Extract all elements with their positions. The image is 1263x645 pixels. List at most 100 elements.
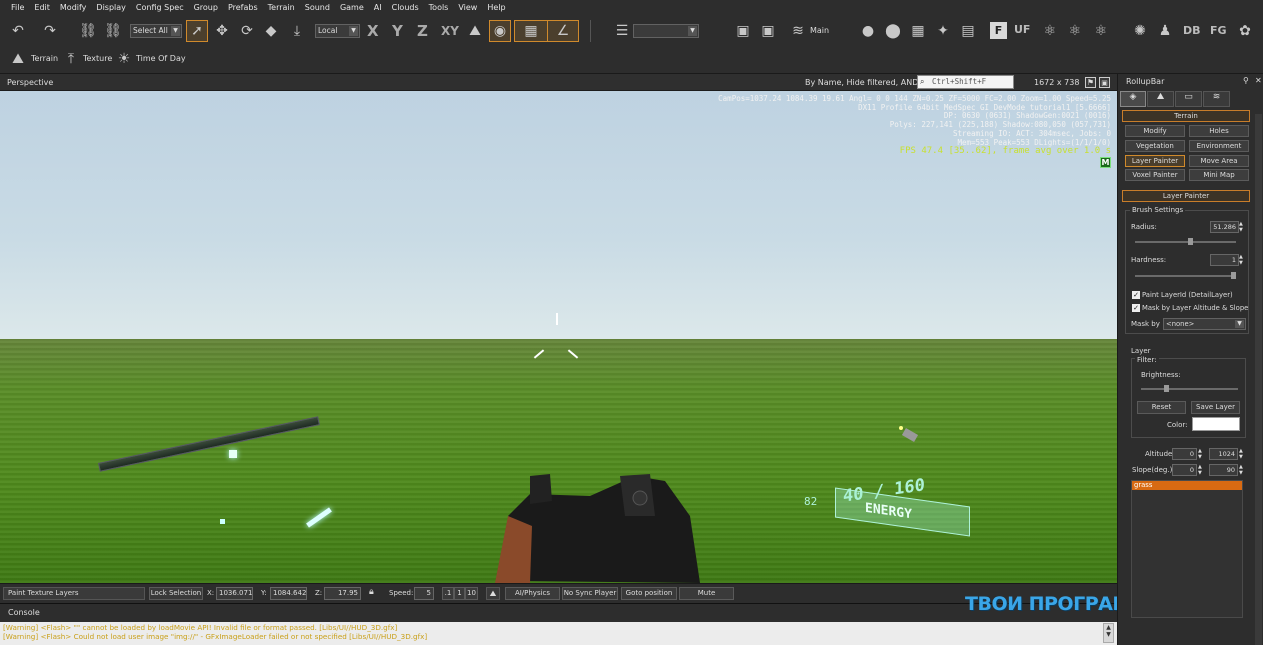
menu-tools[interactable]: Tools	[424, 0, 454, 16]
ai-physics-button[interactable]: AI/Physics	[505, 587, 560, 600]
layer-color-swatch[interactable]	[1192, 417, 1240, 431]
display-tab-icon[interactable]: ▭	[1175, 91, 1202, 107]
hardness-slider[interactable]	[1135, 272, 1236, 279]
environment-button[interactable]: Environment	[1189, 140, 1249, 152]
menu-help[interactable]: Help	[482, 0, 510, 16]
terrain-icon[interactable]: ⛰	[8, 49, 28, 69]
radius-slider-knob[interactable]	[1188, 238, 1193, 245]
move-icon[interactable]: ✥	[212, 21, 232, 41]
menu-game[interactable]: Game	[335, 0, 369, 16]
flowgraph-fg-button[interactable]: FG	[1210, 24, 1227, 37]
search-input[interactable]: Ctrl+Shift+F	[917, 75, 1014, 89]
menu-display[interactable]: Display	[91, 0, 131, 16]
voxel-painter-button[interactable]: Voxel Painter	[1125, 169, 1185, 181]
layer-list[interactable]: grass	[1131, 480, 1243, 618]
layer-remove-icon[interactable]: ▣	[758, 21, 778, 41]
terrain-button[interactable]: Terrain	[31, 54, 58, 63]
ui-editor-button[interactable]: UF	[1014, 23, 1030, 36]
layers-tab-icon[interactable]: ≋	[1203, 91, 1230, 107]
hardness-slider-knob[interactable]	[1231, 272, 1236, 279]
speed-input[interactable]: 5	[414, 587, 434, 600]
perspective-viewport[interactable]: CamPos=1037.24 1084.39 19.61 Angl= 0 0 1…	[0, 91, 1117, 583]
altitude-max-input[interactable]: 1024	[1209, 448, 1238, 460]
undo-icon[interactable]: ↶	[8, 21, 28, 41]
mini-map-button[interactable]: Mini Map	[1189, 169, 1249, 181]
layers-icon[interactable]: ≋	[788, 21, 808, 41]
altitude-max-spinner[interactable]: ▲ ▼	[1239, 448, 1243, 460]
modify-button[interactable]: Modify	[1125, 125, 1185, 137]
database-button[interactable]: DB	[1183, 24, 1201, 37]
layer-list-item-grass[interactable]: grass	[1132, 481, 1242, 490]
no-sync-player-button[interactable]: No Sync Player	[562, 587, 618, 600]
axis-x-button[interactable]: X	[367, 22, 379, 40]
paint-layerid-checkbox[interactable]: ✓	[1132, 291, 1140, 299]
reset-button[interactable]: Reset	[1137, 401, 1186, 414]
terrain-follow-icon[interactable]: ⛰	[486, 587, 500, 600]
terrain-tab-icon[interactable]: ⛰	[1147, 91, 1174, 107]
layer-painter-button[interactable]: Layer Painter	[1125, 155, 1185, 167]
select-all-dropdown[interactable]: Select All ▼	[130, 24, 182, 38]
axis-xy-button[interactable]: XY	[441, 24, 459, 38]
brightness-slider[interactable]	[1141, 385, 1238, 392]
move-area-button[interactable]: Move Area	[1189, 155, 1249, 167]
slope-min-input[interactable]: 0	[1172, 464, 1197, 476]
viewport-title[interactable]: Perspective	[7, 78, 53, 87]
slope-min-spinner[interactable]: ▲ ▼	[1198, 464, 1202, 476]
z-coordinate-input[interactable]: 17.95	[324, 587, 361, 600]
mute-button[interactable]: Mute	[679, 587, 734, 600]
lock-selection-button[interactable]: Lock Selection	[149, 587, 203, 600]
hardness-input[interactable]: 1	[1210, 254, 1239, 266]
maximize-icon[interactable]: ▣	[1099, 77, 1110, 88]
menu-modify[interactable]: Modify	[55, 0, 92, 16]
brightness-slider-knob[interactable]	[1164, 385, 1169, 392]
altitude-min-input[interactable]: 0	[1172, 448, 1197, 460]
unlink-icon[interactable]: ⛓	[103, 21, 123, 41]
current-layer-label[interactable]: Main	[810, 26, 829, 35]
link-icon[interactable]: ⛓	[78, 21, 98, 41]
speed-0-1-button[interactable]: .1	[442, 587, 454, 600]
lock-icon[interactable]: 🔒︎	[369, 587, 374, 597]
redo-icon[interactable]: ↷	[40, 21, 60, 41]
radius-spinner[interactable]: ▲ ▼	[1239, 221, 1243, 233]
console-scrollbar[interactable]: ▲ ▼	[1103, 623, 1114, 643]
coord-system-dropdown[interactable]: Local ▼	[315, 24, 360, 38]
character-icon[interactable]: ♟	[1155, 21, 1175, 41]
speed-1-button[interactable]: 1	[454, 587, 465, 600]
axis-y-button[interactable]: Y	[392, 22, 403, 40]
x-coordinate-input[interactable]: 1036.071	[216, 587, 253, 600]
sun-icon[interactable]: ✺	[1130, 21, 1150, 41]
radius-slider[interactable]	[1135, 238, 1236, 245]
menu-group[interactable]: Group	[189, 0, 223, 16]
grid-snap-icon[interactable]: ▦	[514, 20, 548, 42]
smart-objects-icon[interactable]: ✿	[1235, 21, 1255, 41]
named-selection-dropdown[interactable]: ▼	[633, 24, 699, 38]
prefab-atom-icon[interactable]: ⚛	[1091, 21, 1111, 41]
speed-10-button[interactable]: 10	[465, 587, 478, 600]
layer-painter-header[interactable]: Layer Painter	[1122, 190, 1250, 202]
radius-input[interactable]: 51.286	[1210, 221, 1239, 233]
drop-to-ground-icon[interactable]: ⤓	[287, 21, 307, 41]
rotate-icon[interactable]: ⟳	[237, 21, 257, 41]
entity-atom-icon[interactable]: ⚛	[1040, 21, 1060, 41]
pin-icon[interactable]: ⚲	[1243, 76, 1249, 85]
selection-list-icon[interactable]: ☰	[612, 21, 632, 41]
time-of-day-button[interactable]: Time Of Day	[136, 54, 186, 63]
menu-prefabs[interactable]: Prefabs	[223, 0, 263, 16]
menu-config-spec[interactable]: Config Spec	[131, 0, 189, 16]
character-editor-icon[interactable]: ⬤	[883, 21, 903, 41]
sun-icon[interactable]: ☀	[114, 49, 134, 69]
archetype-atom-icon[interactable]: ⚛	[1065, 21, 1085, 41]
menu-view[interactable]: View	[453, 0, 482, 16]
close-icon[interactable]: ✕	[1255, 76, 1262, 85]
altitude-min-spinner[interactable]: ▲ ▼	[1198, 448, 1202, 460]
terrain-section-header[interactable]: Terrain	[1122, 110, 1250, 122]
menu-terrain[interactable]: Terrain	[263, 0, 300, 16]
database-view-icon[interactable]: ▦	[908, 21, 928, 41]
menu-file[interactable]: File	[6, 0, 29, 16]
menu-edit[interactable]: Edit	[29, 0, 55, 16]
texture-button[interactable]: Texture	[83, 54, 112, 63]
menu-ai[interactable]: AI	[369, 0, 387, 16]
texture-browser-icon[interactable]: ▤	[958, 21, 978, 41]
y-coordinate-input[interactable]: 1084.642	[270, 587, 307, 600]
texture-icon[interactable]: ⤒	[61, 49, 81, 69]
